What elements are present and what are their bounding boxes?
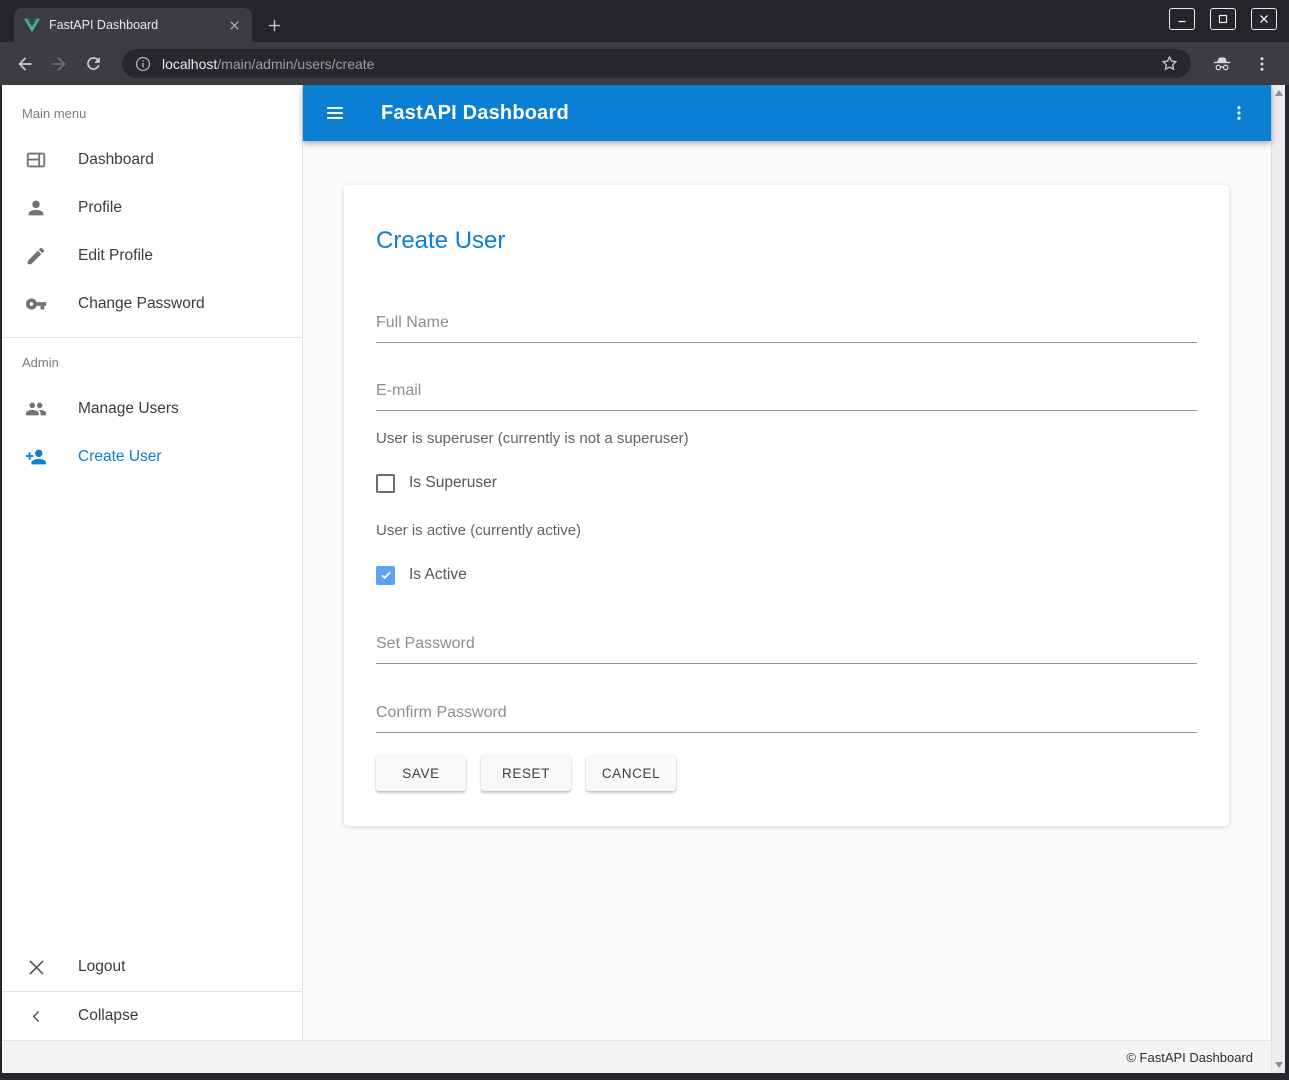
key-icon <box>24 292 48 316</box>
app-overflow-menu-icon[interactable] <box>1227 101 1251 125</box>
confirm-password-label: Confirm Password <box>376 703 1197 722</box>
set-password-field[interactable]: Set Password <box>376 634 1197 664</box>
sidebar-item-profile[interactable]: Profile <box>2 184 302 232</box>
status-bar: © FastAPI Dashboard <box>2 1040 1271 1073</box>
is-active-label: Is Active <box>409 566 467 584</box>
forward-icon[interactable] <box>48 53 70 75</box>
scroll-up-icon[interactable] <box>1275 90 1283 96</box>
scroll-down-icon[interactable] <box>1275 1062 1283 1068</box>
app-title: FastAPI Dashboard <box>381 102 569 125</box>
reload-icon[interactable] <box>82 53 104 75</box>
sidebar-item-edit-profile[interactable]: Edit Profile <box>2 232 302 280</box>
create-user-card: Create User Full Name E-mail User is sup… <box>344 185 1229 826</box>
full-name-label: Full Name <box>376 313 1197 332</box>
window-controls <box>1169 8 1277 30</box>
is-active-checkbox-row[interactable]: Is Active <box>376 564 1197 586</box>
browser-toolbar: localhost/main/admin/users/create <box>0 42 1289 85</box>
sidebar: Main menu Dashboard Profile <box>2 85 303 1040</box>
people-icon <box>24 397 48 421</box>
bookmark-star-icon[interactable] <box>1160 54 1179 73</box>
new-tab-icon[interactable] <box>260 8 288 42</box>
person-add-icon <box>24 445 48 469</box>
page-title: Create User <box>376 226 1197 256</box>
info-icon[interactable] <box>134 55 152 73</box>
sidebar-section-main-menu: Main menu <box>2 85 302 120</box>
is-superuser-checkbox-row[interactable]: Is Superuser <box>376 472 1197 494</box>
pencil-icon <box>24 244 48 268</box>
hamburger-menu-icon[interactable] <box>323 101 347 125</box>
person-icon <box>24 196 48 220</box>
incognito-icon <box>1211 53 1233 75</box>
dashboard-icon <box>24 148 48 172</box>
sidebar-item-collapse[interactable]: Collapse <box>2 992 302 1040</box>
toolbar-right <box>1211 53 1271 75</box>
page-viewport: Main menu Dashboard Profile <box>2 85 1285 1073</box>
maximize-icon[interactable] <box>1210 8 1236 30</box>
superuser-note: User is superuser (currently is not a su… <box>376 430 1197 448</box>
back-icon[interactable] <box>14 53 36 75</box>
confirm-password-field[interactable]: Confirm Password <box>376 703 1197 733</box>
sidebar-item-logout[interactable]: Logout <box>2 943 302 991</box>
main-content: Create User Full Name E-mail User is sup… <box>303 141 1271 1040</box>
checkbox-unchecked-icon[interactable] <box>376 474 395 493</box>
checkbox-checked-icon[interactable] <box>376 566 395 585</box>
close-window-icon[interactable] <box>1251 8 1277 30</box>
email-field[interactable]: E-mail <box>376 381 1197 411</box>
is-superuser-label: Is Superuser <box>409 474 497 492</box>
full-name-field[interactable]: Full Name <box>376 313 1197 343</box>
scrollbar[interactable] <box>1271 85 1285 1073</box>
tab-title: FastAPI Dashboard <box>49 18 226 32</box>
cancel-button[interactable]: CANCEL <box>586 755 676 791</box>
app-bar: FastAPI Dashboard <box>303 85 1271 141</box>
sidebar-item-create-user[interactable]: Create User <box>2 433 302 481</box>
sidebar-item-manage-users[interactable]: Manage Users <box>2 385 302 433</box>
copyright-text: © FastAPI Dashboard <box>1126 1050 1253 1065</box>
reset-button[interactable]: RESET <box>481 755 571 791</box>
email-label: E-mail <box>376 381 1197 400</box>
close-icon <box>24 955 48 979</box>
sidebar-item-dashboard[interactable]: Dashboard <box>2 136 302 184</box>
tab-close-icon[interactable] <box>226 17 242 33</box>
save-button[interactable]: SAVE <box>376 755 466 791</box>
address-bar[interactable]: localhost/main/admin/users/create <box>122 49 1191 78</box>
browser-menu-icon[interactable] <box>1253 55 1271 73</box>
active-note: User is active (currently active) <box>376 522 1197 540</box>
set-password-label: Set Password <box>376 634 1197 653</box>
sidebar-item-change-password[interactable]: Change Password <box>2 280 302 328</box>
browser-tab[interactable]: FastAPI Dashboard <box>14 8 252 42</box>
vue-logo-icon <box>24 18 40 33</box>
url-text[interactable]: localhost/main/admin/users/create <box>162 56 1160 72</box>
chevron-left-icon <box>24 1004 48 1028</box>
tab-strip: FastAPI Dashboard <box>0 0 1289 42</box>
sidebar-section-admin: Admin <box>2 338 302 369</box>
minimize-icon[interactable] <box>1169 8 1195 30</box>
browser-window: FastAPI Dashboard <box>0 0 1289 1080</box>
